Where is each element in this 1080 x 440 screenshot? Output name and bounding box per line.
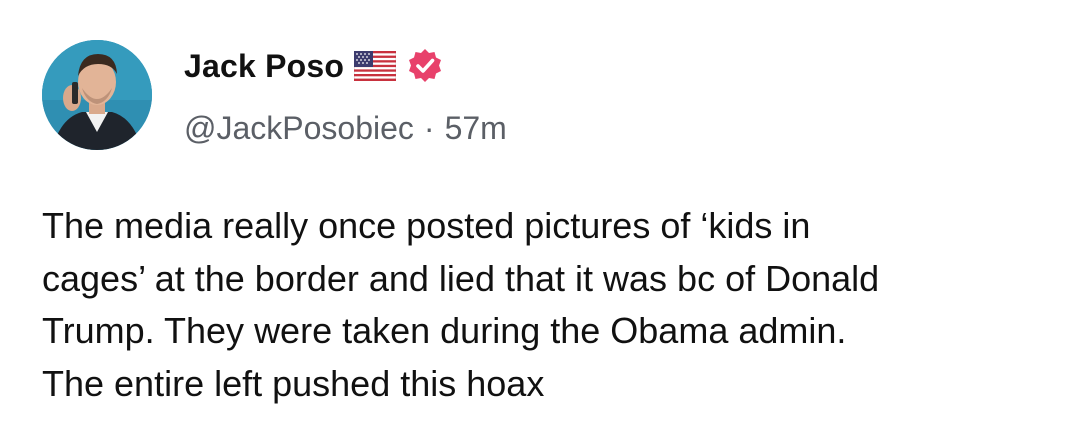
avatar-image bbox=[42, 40, 152, 150]
author-meta-row: @JackPosobiec · 57m bbox=[184, 106, 507, 150]
author-display-name[interactable]: Jack Poso bbox=[184, 48, 344, 85]
post-card: Jack Poso @JackPosobiec · 57m The media … bbox=[0, 0, 1080, 440]
author-handle[interactable]: @JackPosobiec bbox=[184, 110, 414, 147]
verified-badge-icon bbox=[406, 47, 444, 85]
post-timestamp[interactable]: 57m bbox=[445, 110, 507, 147]
avatar[interactable] bbox=[42, 40, 152, 150]
post-text: The media really once posted pictures of… bbox=[42, 205, 880, 404]
author-name-row: Jack Poso bbox=[184, 44, 444, 88]
us-flag-icon bbox=[353, 50, 397, 82]
meta-separator: · bbox=[423, 109, 435, 146]
